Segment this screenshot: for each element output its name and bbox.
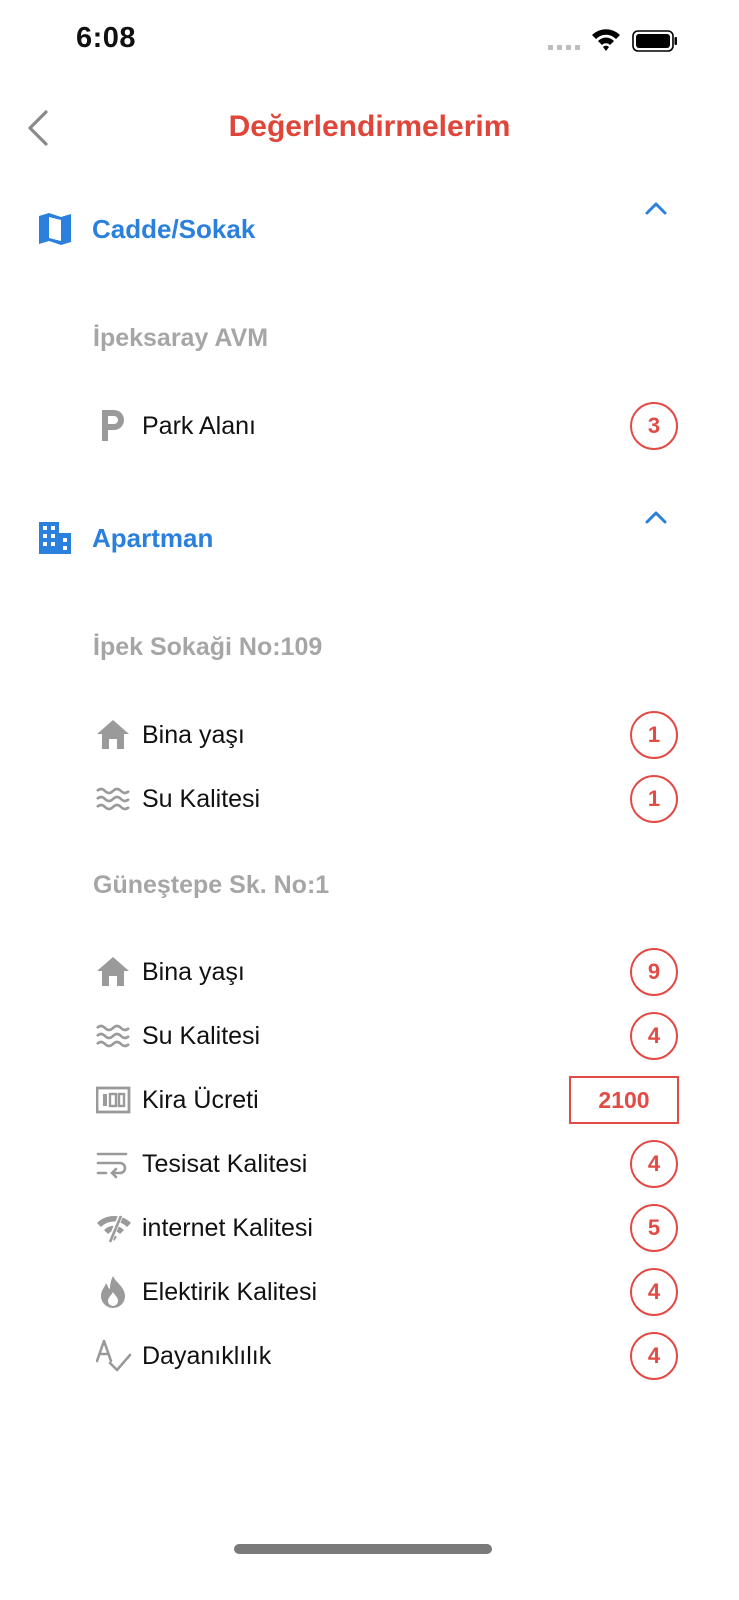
- item-label: internet Kalitesi: [142, 1214, 313, 1242]
- home-indicator[interactable]: [234, 1544, 492, 1554]
- collapse-cadde-sokak-button[interactable]: [644, 200, 668, 216]
- group-title: İpeksaray AVM: [93, 324, 269, 352]
- cellular-signal-icon: [548, 42, 582, 50]
- money-icon: [95, 1083, 134, 1117]
- battery-icon: [632, 30, 677, 52]
- rating-badge: 5: [630, 1204, 678, 1252]
- item-label: Bina yaşı: [142, 721, 245, 749]
- group-title: Güneştepe Sk. No:1: [93, 871, 330, 899]
- item-label: Su Kalitesi: [142, 785, 261, 813]
- value-badge: 2100: [569, 1076, 679, 1124]
- rating-badge: 4: [630, 1268, 678, 1316]
- section-title-cadde-sokak: Cadde/Sokak: [92, 214, 256, 244]
- section-title-apartman: Apartman: [92, 523, 214, 553]
- rating-badge: 4: [630, 1140, 678, 1188]
- parking-icon: [96, 408, 134, 442]
- building-icon: [38, 521, 72, 555]
- item-label: Tesisat Kalitesi: [142, 1150, 308, 1178]
- spellcheck-icon: [95, 1339, 134, 1373]
- item-label: Dayanıklılık: [142, 1342, 272, 1370]
- rating-badge: 4: [630, 1012, 678, 1060]
- chevron-up-icon: [645, 202, 667, 215]
- item-label: Bina yaşı: [142, 958, 245, 986]
- map-icon: [38, 212, 72, 246]
- wifi-icon: [590, 26, 622, 52]
- waves-icon: [96, 782, 134, 816]
- rating-badge: 9: [630, 948, 678, 996]
- item-label: Elektirik Kalitesi: [142, 1278, 318, 1306]
- group-title: İpek Sokaği No:109: [93, 633, 323, 661]
- item-label: Kira Ücreti: [142, 1086, 259, 1114]
- flame-icon: [96, 1275, 134, 1309]
- status-time: 6:08: [76, 22, 137, 54]
- home-icon: [96, 718, 134, 752]
- wifi-off-icon: [96, 1211, 134, 1245]
- rating-badge: 3: [630, 402, 678, 450]
- waves-icon: [96, 1019, 134, 1053]
- chevron-up-icon: [645, 511, 667, 524]
- rating-badge: 1: [630, 711, 678, 759]
- item-label: Su Kalitesi: [142, 1022, 261, 1050]
- home-icon: [96, 955, 134, 989]
- item-label: Park Alanı: [142, 412, 256, 440]
- page-title: Değerlendirmelerim: [228, 110, 511, 143]
- rating-badge: 1: [630, 775, 678, 823]
- rating-badge: 4: [630, 1332, 678, 1380]
- collapse-apartman-button[interactable]: [644, 509, 668, 525]
- wrap-text-icon: [96, 1147, 134, 1181]
